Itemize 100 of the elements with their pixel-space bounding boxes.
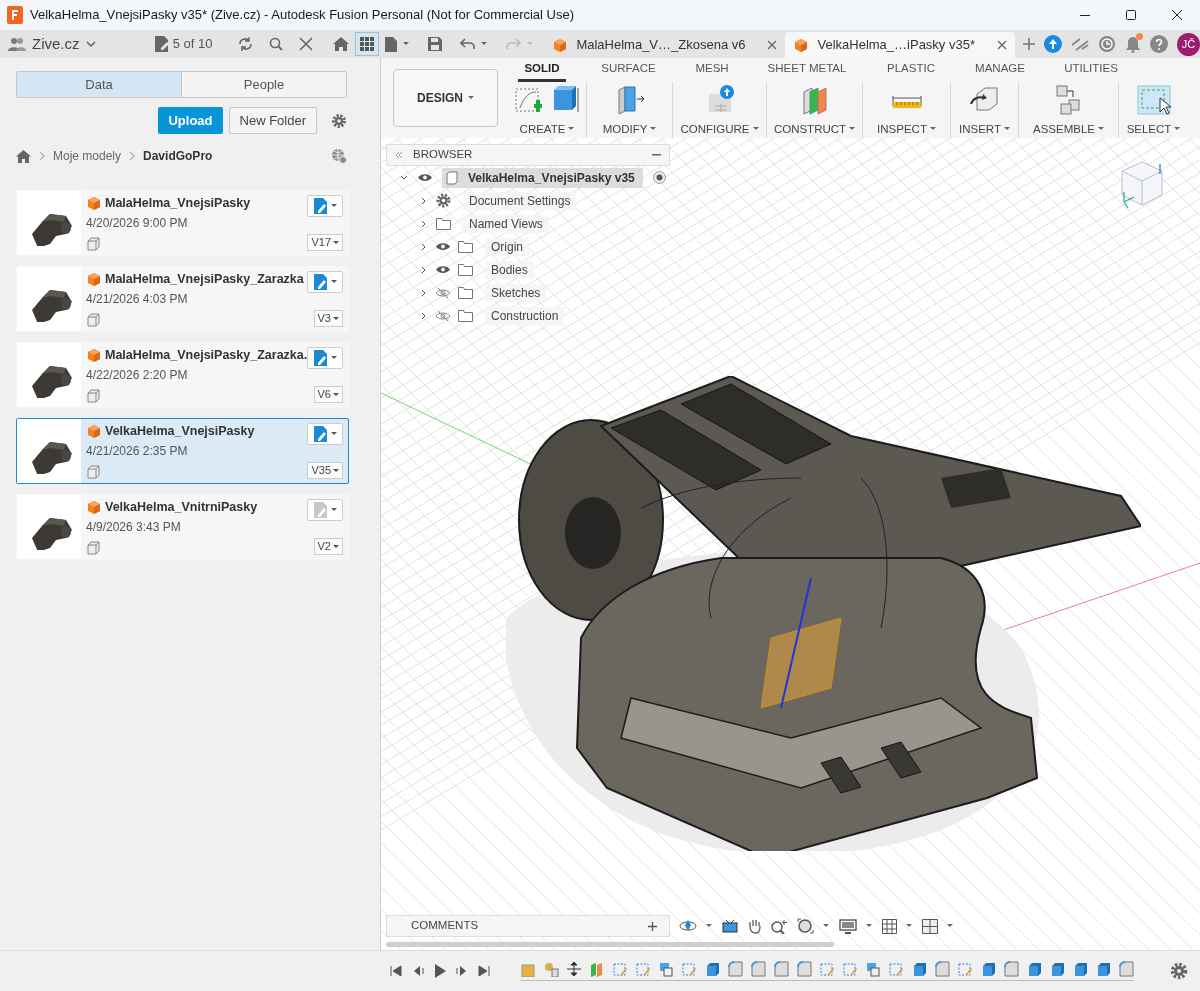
comments-panel[interactable]: COMMENTS [386,915,670,937]
timeline-fillet-icon[interactable] [796,961,812,977]
version-dropdown[interactable]: V3 [313,310,343,327]
tree-item[interactable]: Origin [485,237,529,256]
tree-item[interactable]: Document Settings [463,191,577,210]
search-icon[interactable] [269,37,284,51]
ribbon-tab[interactable]: SOLID [508,58,576,82]
breadcrumb-link[interactable]: Moje modely [53,147,122,165]
caret-icon[interactable] [403,42,411,46]
chevron-down-icon[interactable] [400,173,408,182]
collapse-panel-icon[interactable] [395,152,403,158]
timeline-fillet-icon[interactable] [1003,961,1019,977]
eye-hidden-icon[interactable] [436,287,450,298]
skip-end-icon[interactable] [478,965,490,977]
caret-icon[interactable] [1098,127,1104,132]
save-icon[interactable] [428,37,443,51]
signal-lines-icon[interactable] [1071,37,1089,51]
caret-icon[interactable] [333,468,339,473]
scroll-bar[interactable] [386,942,834,947]
file-card[interactable]: MalaHelma_VnejsiPasky_Zarazka. 4/22/2026 2:20 PM V6 [16,342,349,408]
radio-icon[interactable] [652,171,666,184]
version-dropdown[interactable]: V6 [313,386,343,403]
team-icon[interactable] [8,37,26,51]
ribbon-menu-button[interactable]: MODIFY [602,120,657,138]
caret-icon[interactable] [333,544,339,549]
file-edit-icon[interactable] [313,198,328,214]
timeline-move-icon[interactable] [566,961,582,977]
timeline-fillet-icon[interactable] [934,961,950,977]
plus-icon[interactable] [1023,38,1035,50]
caret-icon[interactable] [929,127,936,132]
chevron-right-icon[interactable] [420,219,428,228]
panel-tab[interactable]: Data [17,72,182,97]
document-tab[interactable]: MalaHelma_V…_Zkosena v6 [544,32,786,58]
file-edit-icon[interactable] [313,426,328,442]
tree-item[interactable]: Construction [485,306,565,325]
file-card[interactable]: VelkaHelma_VnejsiPasky 4/21/2026 2:35 PM V35 [16,418,349,484]
eye-hidden-icon[interactable] [436,310,450,321]
grid-view-button[interactable] [355,32,380,56]
new-folder-button[interactable]: New Folder [228,107,317,134]
upload-status-icon[interactable] [1044,35,1062,53]
chevron-down-icon[interactable] [85,41,96,47]
timeline-extrude-icon[interactable] [704,961,720,977]
ribbon-tab[interactable]: UTILITIES [1049,58,1133,82]
chevron-right-icon[interactable] [420,311,428,320]
tree-item[interactable]: Named Views [463,214,549,233]
version-dropdown[interactable]: V17 [307,234,343,251]
caret-icon[interactable] [481,42,489,46]
caret-icon[interactable] [947,924,954,928]
open-file-button[interactable] [307,195,343,217]
version-dropdown[interactable]: V2 [313,538,343,555]
file-name[interactable]: MalaHelma_VnejsiPasky_Zarazka. [105,346,308,365]
timeline-fillet-icon[interactable] [727,961,743,977]
orbit-icon[interactable] [679,918,697,934]
clock-icon[interactable] [1098,35,1116,53]
eye-icon[interactable] [436,242,450,251]
3d-model-drawing[interactable] [506,376,1141,851]
file-card[interactable]: MalaHelma_VnejsiPasky 4/20/2026 9:00 PM V17 [16,190,349,256]
ribbon-menu-button[interactable]: INSERT [959,120,1010,138]
minimize-panel-icon[interactable] [652,154,661,156]
chevron-right-icon[interactable] [420,288,428,297]
display-icon[interactable] [839,918,857,934]
caret-icon[interactable] [468,96,474,100]
settings-icon[interactable] [1170,962,1188,980]
tree-item[interactable]: Bodies [485,260,534,279]
workspace-dropdown[interactable]: DESIGN [393,69,498,127]
eye-icon[interactable] [436,265,450,274]
caret-icon[interactable] [330,280,337,284]
open-file-button[interactable] [307,423,343,445]
user-avatar[interactable]: JČ [1177,32,1200,56]
bell-icon[interactable] [1125,35,1141,53]
chevron-right-icon[interactable] [420,265,428,274]
look-at-icon[interactable] [722,919,738,933]
help-icon[interactable] [1150,35,1168,53]
file-card[interactable]: VelkaHelma_VnitrniPasky 4/9/2026 3:43 PM V2 [16,494,349,560]
tree-item[interactable]: Sketches [485,283,547,302]
selection-box-icon[interactable] [1135,84,1172,116]
ribbon-tab[interactable]: MESH [681,58,743,82]
caret-icon[interactable] [849,127,856,132]
document-tab[interactable]: VelkaHelma_…iPasky v35* [785,32,1015,58]
breadcrumb-link[interactable]: DavidGoPro [143,147,213,165]
chevron-right-icon[interactable] [420,242,428,251]
open-file-button[interactable] [307,271,343,293]
timeline-fillet-icon[interactable] [1118,961,1134,977]
timeline-combine-icon[interactable] [658,961,674,977]
timeline-extrude-icon[interactable] [1072,961,1088,977]
caret-icon[interactable] [333,392,339,397]
minimize-icon[interactable] [1080,14,1090,16]
undo-icon[interactable] [460,38,476,50]
chevron-right-icon[interactable] [420,196,428,205]
ribbon-menu-button[interactable]: INSPECT [877,120,936,138]
grid-icon[interactable] [882,918,897,934]
ribbon-tab[interactable]: SHEET METAL [743,58,871,82]
caret-icon[interactable] [568,127,575,132]
timeline-extrude-icon[interactable] [1049,961,1065,977]
file-card[interactable]: MalaHelma_VnejsiPasky_Zarazka 4/21/2026 4:03 PM V3 [16,266,349,332]
caret-icon[interactable] [333,240,339,245]
timeline-extrude-icon[interactable] [980,961,996,977]
caret-icon[interactable] [330,432,337,436]
ribbon-tab[interactable]: SURFACE [576,58,681,82]
settings-icon[interactable] [331,112,347,129]
